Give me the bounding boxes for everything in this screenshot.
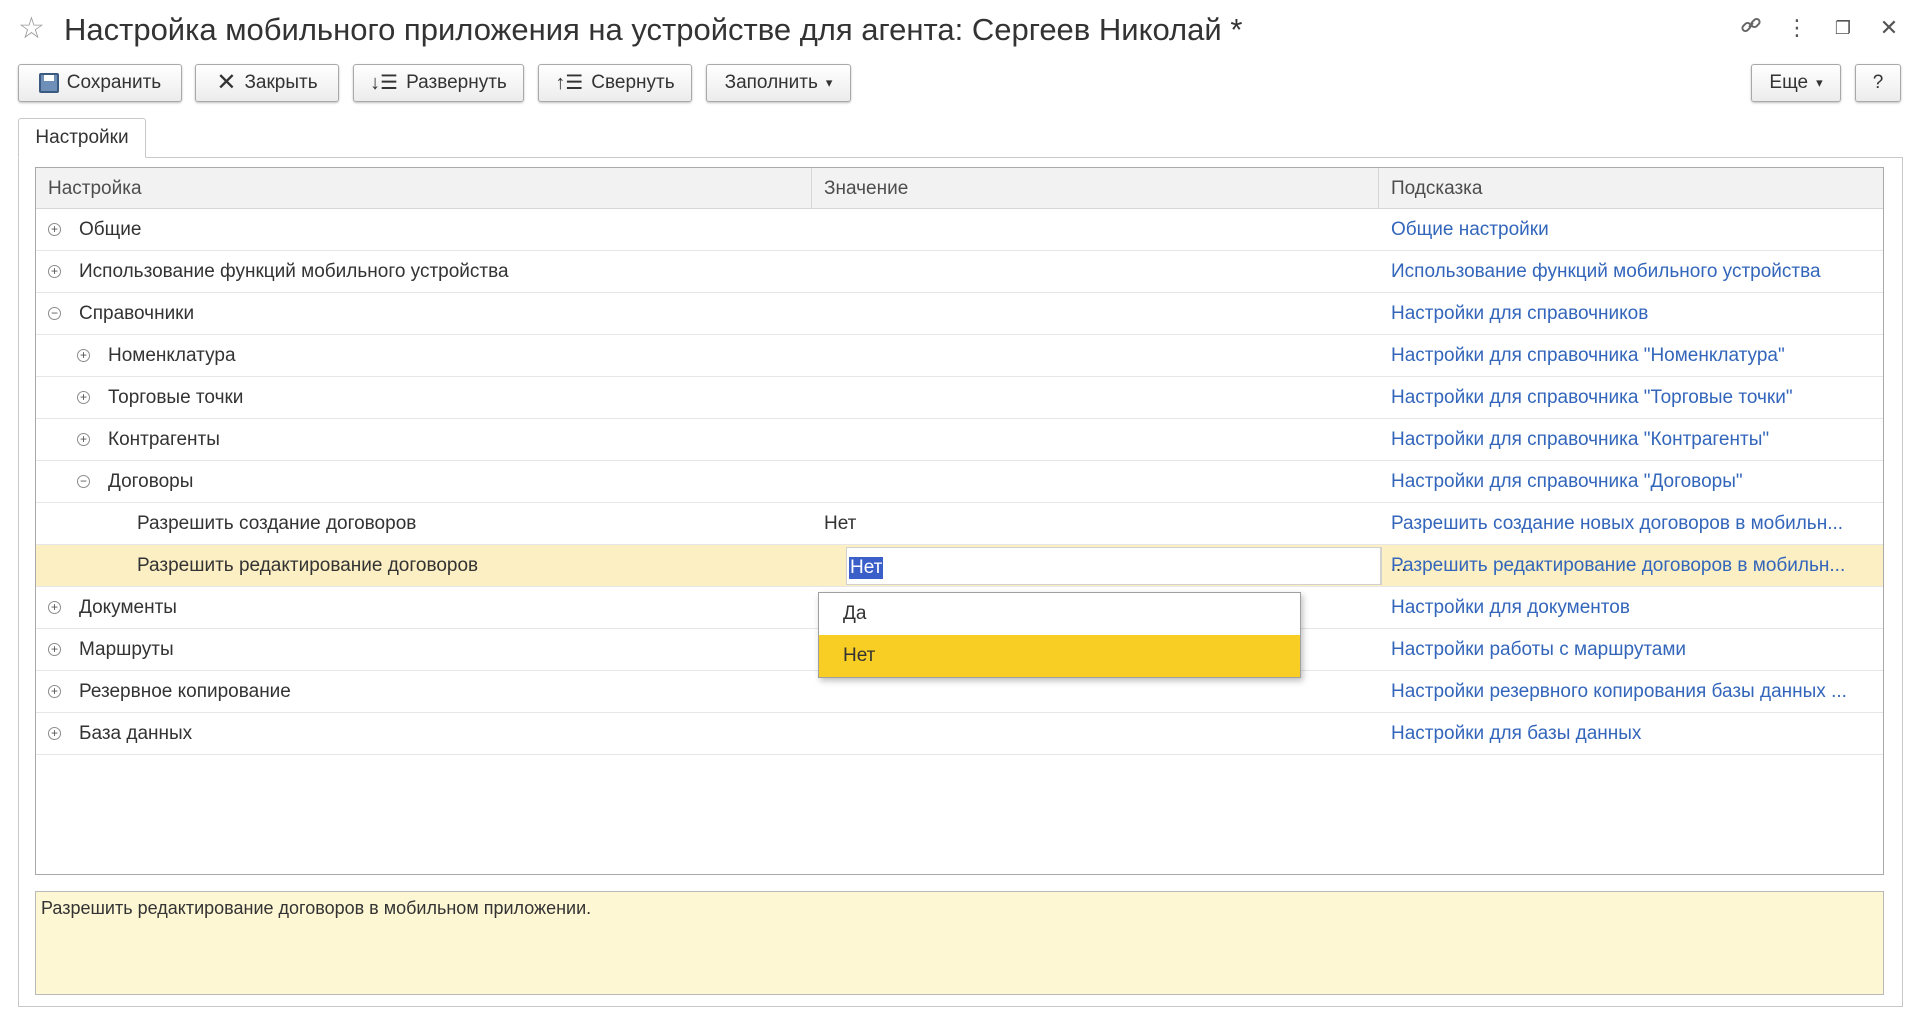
close-x-icon: ✕ xyxy=(216,69,237,96)
expand-button[interactable]: ↓☰ Развернуть xyxy=(353,64,524,102)
setting-name: Торговые точки xyxy=(108,387,244,408)
chevron-down-icon: ▾ xyxy=(825,75,833,90)
setting-name: Разрешить редактирование договоров xyxy=(137,555,479,576)
setting-hint-link[interactable]: Настройки для справочника "Торговые точк… xyxy=(1391,377,1881,419)
collapse-node-icon[interactable]: − xyxy=(77,475,90,488)
table-row[interactable]: + Контрагенты Настройки для справочника "К… xyxy=(36,419,1883,461)
fill-button-label: Заполнить xyxy=(724,72,818,93)
setting-hint-link[interactable]: Настройки для базы данных xyxy=(1391,713,1881,755)
setting-name: Контрагенты xyxy=(108,429,220,450)
setting-hint-link[interactable]: Настройки для справочника "Номенклатура" xyxy=(1391,335,1881,377)
expand-node-icon[interactable]: + xyxy=(48,685,61,698)
help-button[interactable]: ? xyxy=(1855,64,1901,102)
setting-hint-link[interactable]: Настройки для документов xyxy=(1391,587,1881,629)
table-row[interactable]: + База данных Настройки для базы данных xyxy=(36,713,1883,755)
window-title: Настройка мобильного приложения на устро… xyxy=(64,12,1243,47)
setting-name: Разрешить создание договоров xyxy=(137,513,417,534)
expand-node-icon[interactable]: + xyxy=(48,643,61,656)
restore-icon[interactable]: ❐ xyxy=(1828,14,1858,42)
table-header: Настройка Значение Подсказка xyxy=(36,168,1883,209)
expand-node-icon[interactable]: + xyxy=(48,223,61,236)
column-header-setting[interactable]: Настройка xyxy=(36,168,812,209)
setting-hint-link[interactable]: Использование функций мобильного устройс… xyxy=(1391,251,1881,293)
table-row[interactable]: + Общие Общие настройки xyxy=(36,209,1883,251)
toolbar: Сохранить ✕ Закрыть ↓☰ Развернуть ↑☰ Све… xyxy=(0,62,1920,104)
setting-hint-link[interactable]: Настройки резервного копирования базы да… xyxy=(1391,671,1881,713)
column-header-hint[interactable]: Подсказка xyxy=(1379,168,1883,209)
value-dropdown: Да Нет xyxy=(818,592,1301,678)
link-icon[interactable] xyxy=(1736,14,1766,43)
setting-hint-link[interactable]: Настройки работы с маршрутами xyxy=(1391,629,1881,671)
expand-node-icon[interactable]: + xyxy=(48,601,61,614)
setting-value[interactable] xyxy=(824,335,1374,377)
setting-value[interactable] xyxy=(824,419,1374,461)
fill-button[interactable]: Заполнить ▾ xyxy=(706,64,851,102)
expand-node-icon[interactable]: + xyxy=(48,727,61,740)
table-row[interactable]: Разрешить создание договоров Нет Разрешить… xyxy=(36,503,1883,545)
setting-value[interactable]: Нет xyxy=(824,503,1374,545)
setting-name: Маршруты xyxy=(79,639,174,660)
help-button-label: ? xyxy=(1872,72,1884,93)
setting-name: Общие xyxy=(79,219,142,240)
collapse-button[interactable]: ↑☰ Свернуть xyxy=(538,64,692,102)
value-input[interactable]: Нет xyxy=(846,547,1381,585)
title-bar: ☆ Настройка мобильного приложения на уст… xyxy=(0,0,1920,62)
setting-name: База данных xyxy=(79,723,193,744)
setting-name: Документы xyxy=(79,597,177,618)
close-icon[interactable]: ✕ xyxy=(1874,14,1904,42)
save-icon xyxy=(38,73,59,93)
setting-name: Справочники xyxy=(79,303,195,324)
expand-node-icon[interactable]: + xyxy=(48,265,61,278)
setting-name: Номенклатура xyxy=(108,345,236,366)
setting-hint-link[interactable]: Настройки для справочника "Контрагенты" xyxy=(1391,419,1881,461)
setting-name: Использование функций мобильного устройс… xyxy=(79,261,509,282)
setting-value[interactable] xyxy=(824,461,1374,503)
table-row[interactable]: − Договоры Настройки для справочника "Дого… xyxy=(36,461,1883,503)
setting-name: Договоры xyxy=(108,471,194,492)
table-row[interactable]: + Торговые точки Настройки для справочника… xyxy=(36,377,1883,419)
setting-value[interactable] xyxy=(824,377,1374,419)
setting-value[interactable] xyxy=(824,251,1374,293)
collapse-node-icon[interactable]: − xyxy=(48,307,61,320)
description-panel: Разрешить редактирование договоров в моб… xyxy=(35,891,1884,995)
dropdown-option-yes[interactable]: Да xyxy=(819,593,1300,635)
expand-node-icon[interactable]: + xyxy=(77,349,90,362)
expand-node-icon[interactable]: + xyxy=(77,433,90,446)
chevron-down-icon: ▾ xyxy=(1816,75,1823,90)
dropdown-option-no[interactable]: Нет xyxy=(819,635,1300,677)
collapse-button-label: Свернуть xyxy=(591,72,675,93)
more-button[interactable]: Еще ▾ xyxy=(1751,64,1841,102)
save-button-label: Сохранить xyxy=(66,72,162,93)
setting-value[interactable] xyxy=(824,209,1374,251)
setting-name: Резервное копирование xyxy=(79,681,291,702)
setting-hint-link[interactable]: Разрешить редактирование договоров в моб… xyxy=(1391,545,1881,587)
value-input-text: Нет xyxy=(849,557,884,579)
setting-hint-link[interactable]: Настройки для справочника "Договоры" xyxy=(1391,461,1881,503)
expand-button-label: Развернуть xyxy=(406,72,507,93)
expand-node-icon[interactable]: + xyxy=(77,391,90,404)
settings-table: Настройка Значение Подсказка + Общие Общие… xyxy=(35,167,1884,875)
more-button-label: Еще xyxy=(1769,72,1809,93)
tab-settings[interactable]: Настройки xyxy=(18,118,146,158)
setting-value[interactable] xyxy=(824,713,1374,755)
expand-icon: ↓☰ xyxy=(370,72,399,94)
setting-hint-link[interactable]: Разрешить создание новых договоров в моб… xyxy=(1391,503,1881,545)
save-button[interactable]: Сохранить xyxy=(18,64,182,102)
more-vertical-icon[interactable]: ⋮ xyxy=(1782,14,1812,42)
setting-value[interactable] xyxy=(824,293,1374,335)
table-row[interactable]: + Номенклатура Настройки для справочника "… xyxy=(36,335,1883,377)
table-row[interactable]: + Использование функций мобильного устрой… xyxy=(36,251,1883,293)
star-icon[interactable]: ☆ xyxy=(18,14,45,44)
close-button-label: Закрыть xyxy=(244,72,318,93)
close-button[interactable]: ✕ Закрыть xyxy=(195,64,339,102)
setting-hint-link[interactable]: Настройки для справочников xyxy=(1391,293,1881,335)
table-row[interactable]: − Справочники Настройки для справочников xyxy=(36,293,1883,335)
collapse-icon: ↑☰ xyxy=(555,72,584,94)
column-header-value[interactable]: Значение xyxy=(812,168,1379,209)
table-row[interactable]: Разрешить редактирование договоров Нет...… xyxy=(36,545,1883,587)
setting-hint-link[interactable]: Общие настройки xyxy=(1391,209,1881,251)
